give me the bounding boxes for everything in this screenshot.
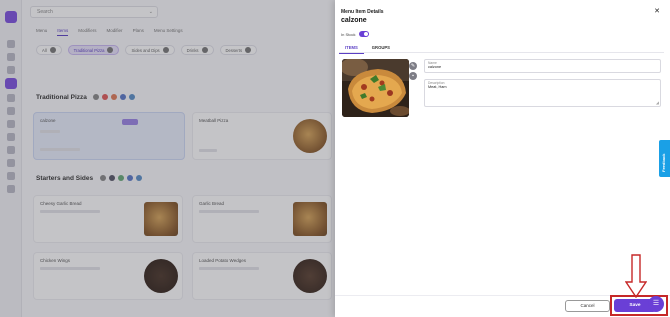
edit-image-icon[interactable]: ✎ bbox=[409, 62, 417, 70]
name-field[interactable]: Name calzone bbox=[424, 59, 661, 73]
feedback-label: Feedback bbox=[661, 153, 666, 172]
close-icon[interactable]: ✕ bbox=[654, 7, 660, 15]
cancel-button[interactable]: Cancel bbox=[565, 300, 610, 312]
item-name-heading: calzone bbox=[341, 17, 367, 24]
in-stock-label: In Stock bbox=[341, 32, 356, 37]
name-field-value: calzone bbox=[428, 65, 442, 69]
toggle-knob bbox=[364, 32, 368, 36]
description-field-value: Meat, Ham bbox=[428, 85, 447, 89]
in-stock-toggle[interactable] bbox=[359, 31, 369, 37]
item-image bbox=[342, 59, 409, 117]
delete-image-icon[interactable]: ▪ bbox=[409, 72, 417, 80]
resize-handle-icon[interactable]: ◢ bbox=[656, 100, 659, 105]
pointer-arrow-icon bbox=[625, 254, 647, 298]
chat-icon[interactable]: ☰ bbox=[648, 296, 664, 312]
description-field[interactable]: Description Meat, Ham ◢ bbox=[424, 79, 661, 107]
menu-item-details-drawer: Menu Item Details ✕ calzone In Stock ITE… bbox=[335, 0, 670, 317]
tab-divider bbox=[339, 52, 664, 53]
feedback-tab[interactable]: Feedback bbox=[659, 140, 670, 177]
drawer-title: Menu Item Details bbox=[341, 9, 384, 15]
